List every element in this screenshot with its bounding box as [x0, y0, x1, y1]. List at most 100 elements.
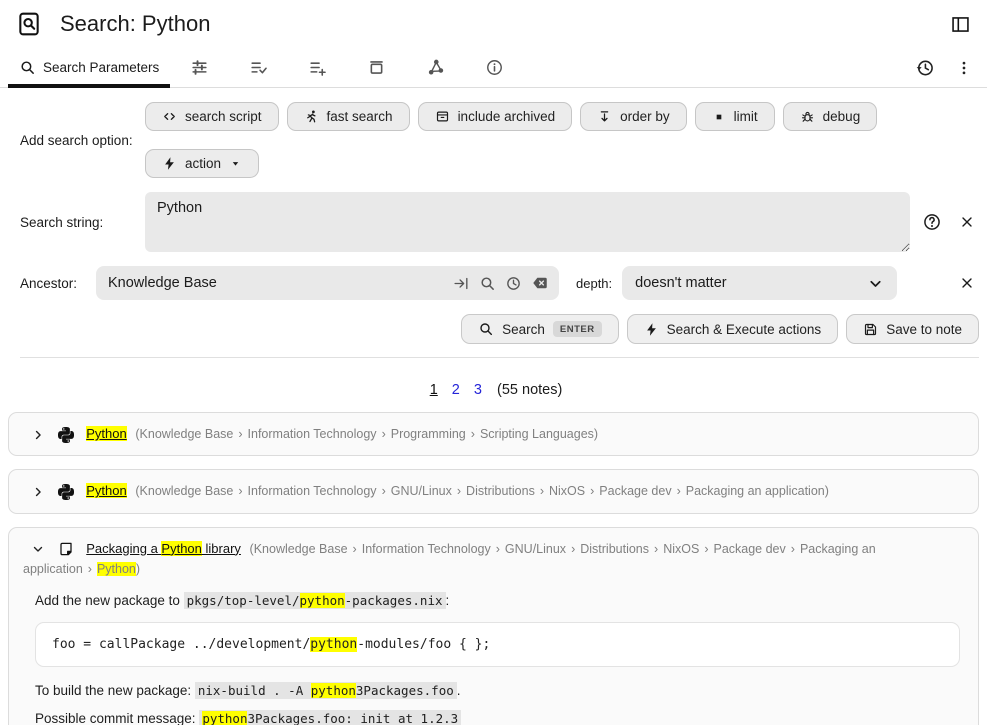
search-string-row: Search string: Python [20, 192, 979, 252]
search-option-buttons: search script fast search include archiv… [145, 102, 945, 178]
tab-note-paths[interactable] [347, 48, 406, 87]
search-result-card: Python (Knowledge Base›Information Techn… [8, 469, 979, 513]
breadcrumb-separator: › [590, 484, 594, 498]
help-icon[interactable] [922, 212, 942, 232]
lightning-bolt-icon [162, 156, 177, 171]
save-floppy-icon [863, 322, 878, 337]
content-line: Add the new package to pkgs/top-level/py… [35, 593, 960, 608]
clear-backspace-icon[interactable] [531, 274, 549, 292]
breadcrumb-separator: › [540, 484, 544, 498]
ancestor-row: Ancestor: depth: doesn't matter [20, 266, 979, 300]
tab-basic-properties[interactable] [170, 48, 229, 87]
include-archived-button[interactable]: include archived [418, 102, 573, 131]
archive-box-icon [435, 109, 450, 124]
pagination: 1 2 3 (55 notes) [0, 382, 987, 398]
search-script-button[interactable]: search script [145, 102, 279, 131]
toggle-right-panel-button[interactable] [950, 14, 971, 35]
revisions-history-icon[interactable] [915, 58, 935, 78]
result-title-link[interactable]: Python [86, 426, 126, 441]
note-icon [58, 541, 74, 557]
action-dropdown-button[interactable]: action [145, 149, 259, 178]
depth-select[interactable]: doesn't matter [622, 266, 897, 300]
python-logo-icon [58, 484, 74, 500]
breadcrumb-separator: › [471, 427, 475, 441]
breadcrumb-separator: › [238, 427, 242, 441]
filled-square-icon [712, 110, 726, 124]
ancestor-input-wrap [96, 266, 559, 300]
params-results-divider [20, 357, 979, 358]
tab-note-map[interactable] [406, 48, 465, 87]
breadcrumb-separator: › [791, 542, 795, 556]
breadcrumb-separator: › [353, 542, 357, 556]
python-logo-icon [58, 427, 74, 443]
code-icon [162, 109, 177, 124]
tab-owned-attributes[interactable] [229, 48, 288, 87]
remove-ancestor-icon[interactable] [959, 275, 975, 291]
search-icon[interactable] [479, 275, 496, 292]
breadcrumb-separator: › [382, 427, 386, 441]
bug-icon [800, 109, 815, 124]
fast-search-button[interactable]: fast search [287, 102, 410, 131]
search-string-label: Search string: [20, 215, 145, 230]
list-check-icon [249, 58, 268, 77]
network-graph-icon [426, 58, 445, 77]
info-circle-icon [485, 58, 504, 77]
debug-button[interactable]: debug [783, 102, 878, 131]
split-panel-icon [950, 14, 971, 35]
depth-label: depth: [576, 276, 612, 291]
breadcrumb-separator: › [677, 484, 681, 498]
content-line: Possible commit message: python3Packages… [35, 711, 960, 725]
arrow-down-to-bar-icon [597, 109, 612, 124]
recent-notes-clock-icon[interactable] [505, 275, 522, 292]
page-3-link[interactable]: 3 [474, 382, 482, 398]
add-search-option-label: Add search option: [20, 133, 145, 148]
limit-button[interactable]: limit [695, 102, 775, 131]
search-result-card-expanded: Packaging a Python library (Knowledge Ba… [8, 527, 979, 725]
tune-sliders-icon [190, 58, 209, 77]
breadcrumb-separator: › [238, 484, 242, 498]
tab-note-info[interactable] [465, 48, 524, 87]
breadcrumb-separator: › [654, 542, 658, 556]
content-line: To build the new package: nix-build . -A… [35, 683, 960, 698]
search-string-input[interactable]: Python [145, 192, 910, 252]
breadcrumb: (Knowledge Base›Information Technology›P… [135, 427, 598, 441]
breadcrumb-separator: › [571, 542, 575, 556]
result-title-link[interactable]: Python [86, 483, 126, 498]
search-icon [19, 59, 36, 76]
title-bar: Search: Python [0, 0, 987, 48]
collapse-chevron-down-icon[interactable] [31, 542, 45, 556]
tab-search-parameters[interactable]: Search Parameters [8, 48, 170, 87]
chevron-down-icon [867, 275, 884, 292]
search-result-card: Python (Knowledge Base›Information Techn… [8, 412, 979, 456]
breadcrumb-separator: › [496, 542, 500, 556]
breadcrumb-highlight: Python [97, 562, 136, 576]
enter-shortcut-badge: ENTER [553, 321, 602, 337]
save-to-note-button[interactable]: Save to note [846, 314, 979, 344]
lightning-bolt-icon [644, 322, 659, 337]
page-2-link[interactable]: 2 [452, 382, 460, 398]
jump-to-note-icon[interactable] [453, 275, 470, 292]
page-1-current[interactable]: 1 [430, 382, 438, 398]
note-title: Search: Python [60, 11, 210, 37]
breadcrumb: (Knowledge Base›Information Technology›G… [135, 484, 829, 498]
search-and-execute-button[interactable]: Search & Execute actions [627, 314, 839, 344]
search-icon [478, 321, 494, 337]
result-title-link[interactable]: Packaging a Python library [86, 541, 241, 556]
result-content-preview: Add the new package to pkgs/top-level/py… [35, 593, 960, 725]
search-parameters-panel: Add search option: search script fast se… [0, 88, 987, 368]
expand-chevron-right-icon[interactable] [31, 485, 45, 499]
runner-icon [304, 109, 319, 124]
expand-chevron-right-icon[interactable] [31, 428, 45, 442]
remove-search-string-icon[interactable] [959, 214, 975, 230]
breadcrumb-separator: › [704, 542, 708, 556]
search-actions-row: Search ENTER Search & Execute actions Sa… [20, 314, 979, 344]
ancestor-label: Ancestor: [20, 276, 96, 291]
tab-inherited-attributes[interactable] [288, 48, 347, 87]
order-by-button[interactable]: order by [580, 102, 687, 131]
caret-down-icon [229, 157, 242, 170]
kebab-menu-icon[interactable] [955, 59, 973, 77]
result-count: (55 notes) [497, 382, 562, 398]
ancestor-input[interactable] [96, 275, 453, 291]
add-search-option-row: Add search option: search script fast se… [20, 102, 979, 178]
search-button[interactable]: Search ENTER [461, 314, 618, 344]
